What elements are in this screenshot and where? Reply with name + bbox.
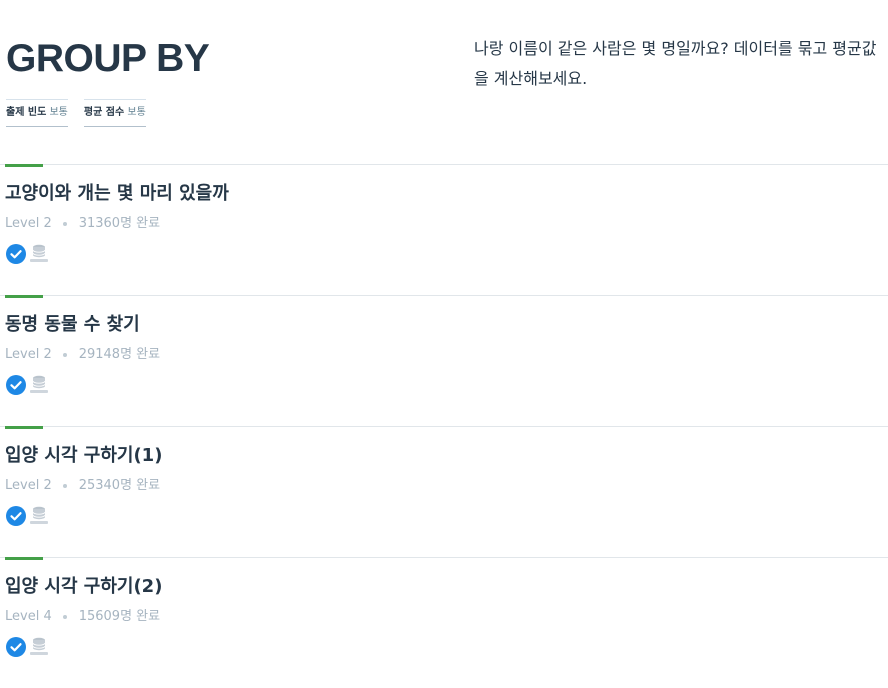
problem-icons: [6, 636, 50, 658]
check-circle-icon: [6, 244, 26, 264]
problem-icons: [6, 374, 50, 396]
problem-meta: Level 4 15609명 완료: [5, 608, 160, 626]
problem-meta: Level 2 25340명 완료: [5, 477, 160, 495]
problem-level: Level 2: [5, 478, 52, 493]
problem-meta: Level 2 29148명 완료: [5, 346, 160, 364]
tag-list: 출제 빈도 보통 평균 점수 보통: [6, 99, 146, 127]
oracle-database-icon: [30, 244, 48, 262]
page-title: GROUP BY: [6, 37, 210, 80]
separator-dot: [62, 353, 67, 357]
problem-level: Level 2: [5, 216, 52, 231]
problem-title[interactable]: 동명 동물 수 찾기: [5, 313, 140, 337]
tag-frequency-value: 보통: [49, 107, 68, 118]
problem-item[interactable]: 고양이와 개는 몇 마리 있을까 Level 2 31360명 완료: [0, 164, 888, 295]
problem-icons: [6, 243, 50, 265]
accent-bar: [5, 557, 43, 560]
problem-level: Level 4: [5, 609, 52, 624]
separator-dot: [62, 615, 67, 619]
accent-bar: [5, 164, 43, 167]
page-header: GROUP BY 출제 빈도 보통 평균 점수 보통 나랑 이름이 같은 사람은…: [0, 0, 888, 164]
tag-frequency[interactable]: 출제 빈도 보통: [6, 99, 68, 127]
accent-bar: [5, 426, 43, 429]
problem-completed-count: 25340명 완료: [78, 478, 161, 493]
problem-item[interactable]: 입양 시각 구하기(1) Level 2 25340명 완료: [0, 426, 888, 557]
problem-icons: [6, 505, 50, 527]
problem-list: 고양이와 개는 몇 마리 있을까 Level 2 31360명 완료 동명 동물…: [0, 164, 888, 688]
tag-average-score-value: 보통: [127, 107, 146, 118]
check-circle-icon: [6, 637, 26, 657]
tag-frequency-key: 출제 빈도: [6, 107, 47, 118]
problem-item[interactable]: 입양 시각 구하기(2) Level 4 15609명 완료: [0, 557, 888, 688]
check-circle-icon: [6, 506, 26, 526]
problem-completed-count: 15609명 완료: [78, 609, 161, 624]
page-description: 나랑 이름이 같은 사람은 몇 명일까요? 데이터를 묶고 평균값을 계산해보세…: [474, 39, 877, 88]
accent-bar: [5, 295, 43, 298]
oracle-database-icon: [30, 375, 48, 393]
problem-title[interactable]: 입양 시각 구하기(2): [5, 575, 162, 599]
oracle-database-icon: [30, 637, 48, 655]
tag-average-score-key: 평균 점수: [83, 107, 125, 118]
problem-level: Level 2: [5, 347, 52, 362]
problem-completed-count: 31360명 완료: [78, 216, 161, 231]
problem-title[interactable]: 고양이와 개는 몇 마리 있을까: [5, 182, 229, 206]
separator-dot: [62, 484, 67, 488]
problem-item[interactable]: 동명 동물 수 찾기 Level 2 29148명 완료: [0, 295, 888, 426]
problem-title[interactable]: 입양 시각 구하기(1): [5, 444, 162, 468]
oracle-database-icon: [30, 506, 48, 524]
problem-meta: Level 2 31360명 완료: [5, 215, 160, 233]
check-circle-icon: [6, 375, 26, 395]
problem-completed-count: 29148명 완료: [78, 347, 161, 362]
tag-average-score[interactable]: 평균 점수 보통: [83, 99, 146, 127]
separator-dot: [62, 222, 67, 226]
